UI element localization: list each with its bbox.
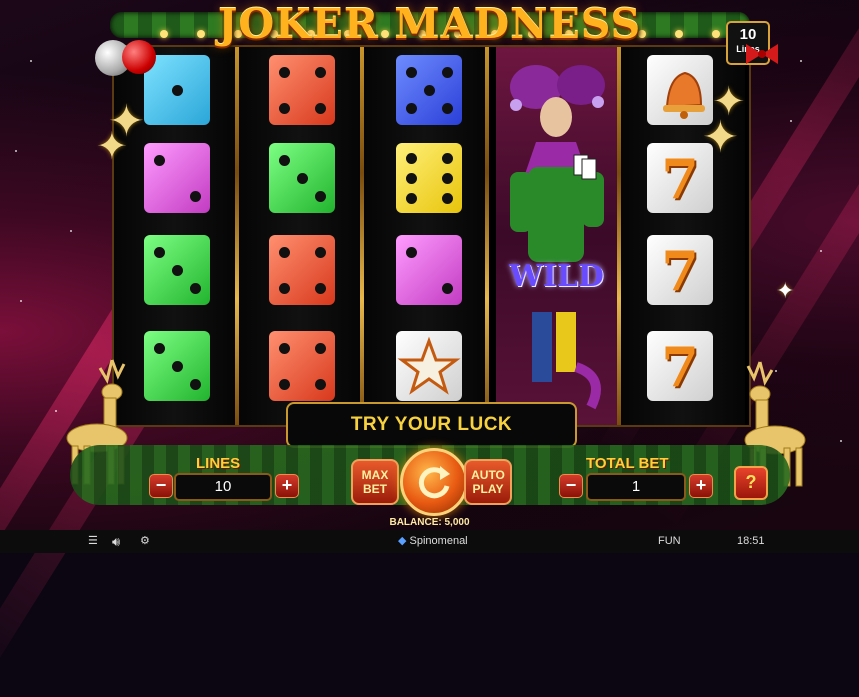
lines-value: 10 — [174, 473, 272, 501]
dice-blue-symbol — [144, 55, 210, 125]
wild-label: WILD — [509, 259, 604, 294]
star-icon — [397, 336, 461, 395]
help-button[interactable]: ? — [734, 466, 768, 500]
max-bet-button[interactable]: MAX BET — [351, 459, 399, 505]
lines-minus-button[interactable]: − — [149, 474, 173, 498]
sparkle-icon: ✦ — [776, 278, 795, 303]
reel-2 — [239, 47, 360, 425]
spin-arrow-icon — [418, 466, 450, 499]
provider-logo-icon: ◆ — [398, 535, 407, 547]
mode-label: FUN — [658, 535, 681, 547]
provider-logo: ◆ Spinomenal — [398, 530, 468, 553]
settings-icon[interactable]: ⚙ — [140, 530, 150, 553]
star-symbol — [396, 331, 462, 401]
reels-frame: WILD 7 7 7 — [112, 45, 751, 427]
balance-display: BALANCE: 5,000 — [389, 517, 470, 528]
spin-button[interactable] — [400, 448, 468, 516]
seven-symbol: 7 — [647, 331, 713, 401]
total-bet-minus-button[interactable]: − — [559, 474, 583, 498]
clock: 18:51 — [737, 535, 765, 547]
gold-star-icon: ✦ — [702, 113, 739, 162]
lines-label: LINES — [196, 455, 241, 472]
max-bet-label: MAX BET — [361, 468, 389, 496]
red-bow-icon — [746, 44, 778, 64]
lines-plus-button[interactable]: + — [275, 474, 299, 498]
seven-icon: 7 — [661, 239, 699, 303]
gold-star-icon: ✦ — [96, 126, 128, 168]
dice-magenta-symbol — [396, 235, 462, 305]
dice-red-symbol — [269, 235, 335, 305]
total-bet-plus-button[interactable]: + — [689, 474, 713, 498]
dice-green-symbol — [269, 143, 335, 213]
total-bet-label: TOTAL BET — [586, 455, 669, 472]
provider-name: Spinomenal — [409, 535, 468, 547]
joker-icon — [510, 65, 605, 410]
seven-symbol: 7 — [647, 235, 713, 305]
dice-magenta-symbol — [144, 143, 210, 213]
dice-red-symbol — [269, 55, 335, 125]
dice-blue-symbol — [396, 55, 462, 125]
ornament-ball-icon — [122, 40, 156, 74]
total-bet-value: 1 — [586, 473, 686, 501]
dice-green-symbol — [144, 235, 210, 305]
sound-icon[interactable]: 🔊︎ — [112, 530, 120, 553]
reel-3 — [364, 47, 485, 425]
auto-play-button[interactable]: AUTO PLAY — [464, 459, 512, 505]
menu-icon[interactable]: ☰ — [88, 530, 98, 553]
dice-red-symbol — [269, 331, 335, 401]
wild-joker-reel: WILD — [496, 47, 617, 425]
message-banner: TRY YOUR LUCK — [286, 402, 577, 448]
auto-play-label: AUTO PLAY — [471, 468, 505, 496]
bottom-bar: ☰ 🔊︎ ⚙ ◆ Spinomenal FUN 18:51 — [0, 530, 859, 553]
seven-icon: 7 — [661, 335, 699, 399]
dice-green-symbol — [144, 331, 210, 401]
dice-yellow-symbol — [396, 143, 462, 213]
reel-separator — [485, 47, 489, 425]
